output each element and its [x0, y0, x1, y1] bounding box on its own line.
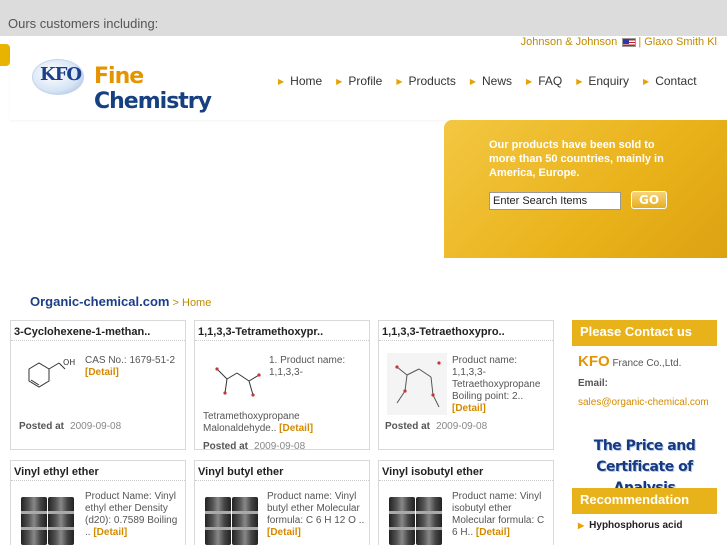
- nav-news[interactable]: ▶ News: [470, 74, 512, 88]
- product-title[interactable]: Vinyl ethyl ether: [11, 461, 185, 481]
- detail-link[interactable]: [Detail]: [267, 527, 301, 538]
- product-title[interactable]: 3-Cyclohexene-1-methan..: [11, 321, 185, 341]
- customer-glaxo[interactable]: Glaxo Smith Kl: [644, 36, 717, 48]
- product-card: Vinyl butyl ether Product name: Vinyl bu…: [194, 460, 370, 545]
- nav-home[interactable]: ▶ Home: [278, 74, 322, 88]
- logo-wordmark: Fine Chemistry: [94, 64, 212, 114]
- contact-header: Please Contact us: [572, 320, 717, 346]
- search-input[interactable]: [489, 192, 621, 210]
- nav-contact[interactable]: ▶ Contact: [643, 74, 697, 88]
- molecule-structure-image: [387, 353, 447, 415]
- arrow-right-icon: ▶: [336, 77, 343, 86]
- customer-johnson[interactable]: Johnson & Johnson: [521, 36, 618, 48]
- nav-faq[interactable]: ▶ FAQ: [526, 74, 562, 88]
- posted-date: Posted at 2009-09-08: [19, 421, 122, 432]
- go-button[interactable]: GO: [631, 191, 667, 209]
- breadcrumb: Organic-chemical.com > Home: [30, 294, 211, 309]
- arrow-right-icon: ▶: [643, 77, 650, 86]
- product-title[interactable]: 1,1,3,3-Tetramethoxypr..: [195, 321, 369, 341]
- product-title[interactable]: 1,1,3,3-Tetraethoxypro..: [379, 321, 553, 341]
- contact-box: Please Contact us KFO France Co.,Ltd. Em…: [572, 320, 717, 418]
- drum-product-image: [21, 491, 75, 545]
- customer-list: Johnson & Johnson | Glaxo Smith Kl: [521, 36, 717, 48]
- molecule-structure-image: [215, 367, 261, 397]
- breadcrumb-site[interactable]: Organic-chemical.com: [30, 294, 169, 309]
- separator: |: [638, 36, 642, 48]
- promo-panel: Our products have been sold to more than…: [444, 120, 727, 258]
- arrow-right-icon: ▶: [578, 521, 585, 530]
- product-description: 1. Product name: 1,1,3,3-: [269, 355, 346, 378]
- product-description: Product name: 1,1,3,3-Tetraethoxypropane…: [452, 355, 541, 414]
- main-nav: ▶ Home ▶ Profile ▶ Products ▶ News ▶ FAQ ▶ Enq…: [278, 74, 711, 88]
- email-link[interactable]: sales@organic-chemical.com: [578, 394, 711, 412]
- nav-products[interactable]: ▶ Products: [396, 74, 456, 88]
- breadcrumb-current[interactable]: Home: [182, 297, 211, 309]
- product-description: CAS No.: 1679-51-2 [Detail]: [85, 355, 176, 378]
- product-card: Vinyl isobutyl ether Product name: Vinyl…: [378, 460, 554, 545]
- detail-link[interactable]: [Detail]: [279, 423, 313, 434]
- detail-link[interactable]: [Detail]: [476, 527, 510, 538]
- breadcrumb-separator: >: [169, 297, 182, 309]
- arrow-right-icon: ▶: [526, 77, 533, 86]
- product-card: 1,1,3,3-Tetraethoxypro.. Product name: 1…: [378, 320, 554, 450]
- product-description: Tetramethoxypropane Malonaldehyde.. [Det…: [203, 411, 314, 434]
- product-description: Product Name: Vinyl ethyl ether Density …: [85, 491, 178, 538]
- arrow-right-icon: ▶: [396, 77, 403, 86]
- product-card: 3-Cyclohexene-1-methan.. OH CAS No.: 167…: [10, 320, 186, 450]
- logo-badge: KFO: [40, 64, 82, 85]
- drum-product-image: [389, 491, 443, 545]
- arrow-right-icon: ▶: [278, 77, 285, 86]
- nav-profile[interactable]: ▶ Profile: [336, 74, 382, 88]
- detail-link[interactable]: [Detail]: [93, 527, 127, 538]
- drum-product-image: [205, 491, 259, 545]
- posted-date: Posted at 2009-09-08: [385, 421, 488, 432]
- company-name: KFO France Co.,Ltd.: [578, 353, 682, 370]
- molecule-structure-image: OH: [28, 358, 75, 388]
- promo-text: Our products have been sold to more than…: [489, 139, 664, 179]
- recommendation-header: Recommendation: [572, 488, 717, 514]
- product-description: Product name: Vinyl isobutyl ether Molec…: [452, 491, 545, 538]
- product-title[interactable]: Vinyl butyl ether: [195, 461, 369, 481]
- customers-label: Ours customers including:: [8, 16, 159, 31]
- side-tab[interactable]: [0, 44, 10, 66]
- nav-enquiry[interactable]: ▶ Enquiry: [576, 74, 629, 88]
- header: Johnson & Johnson | Glaxo Smith Kl KFO F…: [10, 36, 727, 120]
- arrow-right-icon: ▶: [469, 77, 477, 86]
- recommendation-item[interactable]: ▶ Hyphosphorus acid: [572, 514, 717, 537]
- detail-link[interactable]: [Detail]: [85, 367, 119, 378]
- us-flag-icon: [622, 37, 637, 47]
- email-label: Email:: [578, 378, 609, 389]
- svg-text:OH: OH: [63, 358, 75, 367]
- product-card: Vinyl ethyl ether Product Name: Vinyl et…: [10, 460, 186, 545]
- site-logo[interactable]: KFO Fine Chemistry: [32, 56, 242, 114]
- detail-link[interactable]: [Detail]: [452, 403, 486, 414]
- arrow-right-icon: ▶: [576, 77, 583, 86]
- recommendation-box: Recommendation ▶ Hyphosphorus acid: [572, 488, 717, 537]
- posted-date: Posted at 2009-09-08: [203, 441, 306, 452]
- product-description: Product name: Vinyl butyl ether Molecula…: [267, 491, 365, 538]
- product-card: 1,1,3,3-Tetramethoxypr.. 1. Product name…: [194, 320, 370, 452]
- product-title[interactable]: Vinyl isobutyl ether: [379, 461, 553, 481]
